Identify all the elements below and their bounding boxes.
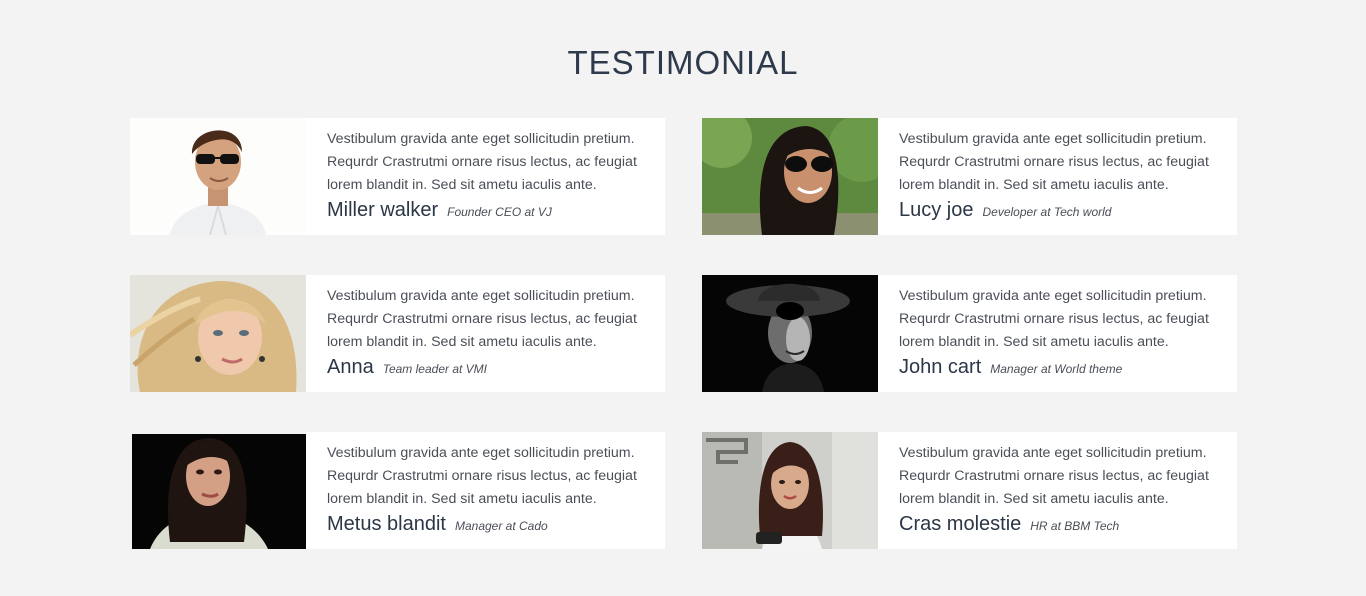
author-photo — [702, 118, 878, 235]
testimonial-card: Vestibulum gravida ante eget sollicitudi… — [130, 275, 665, 392]
author-photo — [702, 275, 878, 392]
author-line: Lucy joe Developer at Tech world — [899, 199, 1221, 222]
testimonial-card: Vestibulum gravida ante eget sollicitudi… — [702, 432, 1237, 549]
author-photo — [702, 432, 878, 549]
man-sunglasses-photo — [130, 118, 306, 235]
blonde-woman-photo — [130, 275, 306, 392]
section-title: TESTIMONIAL — [567, 44, 799, 81]
testimonial-quote: Vestibulum gravida ante eget sollicitudi… — [899, 445, 1209, 507]
author-name: Miller walker — [327, 199, 439, 221]
author-name: Anna — [327, 356, 374, 378]
author-name: Cras molestie — [899, 513, 1022, 535]
testimonial-card: Vestibulum gravida ante eget sollicitudi… — [702, 118, 1237, 235]
author-role: Founder CEO at VJ — [447, 205, 552, 219]
author-line: Anna Team leader at VMI — [327, 356, 649, 379]
author-line: Metus blandit Manager at Cado — [327, 513, 649, 536]
author-photo — [130, 275, 306, 392]
author-photo — [130, 118, 306, 235]
author-role: Developer at Tech world — [982, 205, 1112, 219]
woman-sunglasses-photo — [702, 118, 878, 235]
testimonial-quote: Vestibulum gravida ante eget sollicitudi… — [327, 445, 637, 507]
testimonial-grid: Vestibulum gravida ante eget sollicitudi… — [130, 118, 1237, 549]
man-hat-photo — [702, 275, 878, 392]
woman-camera-photo — [702, 432, 878, 549]
testimonial-quote: Vestibulum gravida ante eget sollicitudi… — [327, 131, 637, 193]
author-name: Lucy joe — [899, 199, 974, 221]
author-photo — [130, 432, 306, 549]
testimonial-card: Vestibulum gravida ante eget sollicitudi… — [702, 275, 1237, 392]
author-name: John cart — [899, 356, 982, 378]
testimonial-card: Vestibulum gravida ante eget sollicitudi… — [130, 432, 665, 549]
author-role: Manager at Cado — [454, 519, 548, 533]
testimonial-quote: Vestibulum gravida ante eget sollicitudi… — [899, 131, 1209, 193]
author-role: Team leader at VMI — [382, 362, 487, 376]
dark-haired-woman-photo — [130, 432, 306, 549]
testimonial-quote: Vestibulum gravida ante eget sollicitudi… — [899, 288, 1209, 350]
author-line: John cart Manager at World theme — [899, 356, 1221, 379]
author-line: Cras molestie HR at BBM Tech — [899, 513, 1221, 536]
author-role: HR at BBM Tech — [1030, 519, 1120, 533]
author-name: Metus blandit — [327, 513, 446, 535]
testimonial-quote: Vestibulum gravida ante eget sollicitudi… — [327, 288, 637, 350]
testimonial-card: Vestibulum gravida ante eget sollicitudi… — [130, 118, 665, 235]
author-line: Miller walker Founder CEO at VJ — [327, 199, 649, 222]
author-role: Manager at World theme — [990, 362, 1123, 376]
